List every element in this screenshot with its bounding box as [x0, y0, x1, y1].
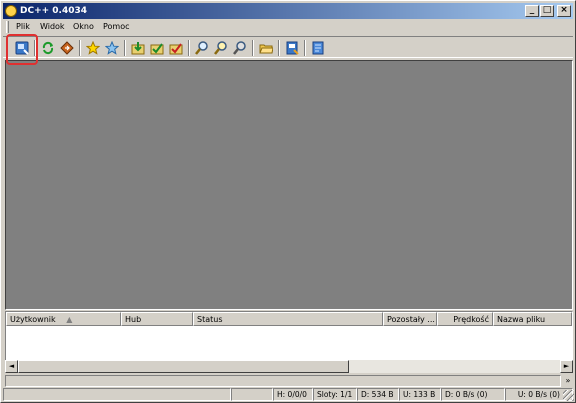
finished-uploads-button[interactable] [167, 39, 185, 57]
search-button[interactable] [193, 39, 211, 57]
favorite-hubs-button[interactable] [84, 39, 102, 57]
menu-widok[interactable]: Widok [38, 22, 67, 32]
resize-grip[interactable] [563, 390, 574, 401]
highlight-annotation [6, 34, 38, 65]
download-queue-icon [131, 42, 145, 55]
reconnect-button[interactable] [39, 39, 57, 57]
search-spy-button[interactable] [231, 39, 249, 57]
close-button[interactable]: × [557, 5, 571, 17]
column-header-user-label: Użytkownik [10, 315, 56, 324]
minimize-button[interactable]: _ [525, 5, 539, 17]
menu-grip[interactable] [6, 21, 9, 33]
status-downloaded: D: 534 B [357, 388, 399, 401]
follow-redirect-button[interactable] [58, 39, 76, 57]
notepad-icon [312, 41, 324, 55]
menu-okno[interactable]: Okno [71, 22, 96, 32]
scroll-left-button[interactable]: ◄ [5, 360, 18, 373]
column-header-remaining[interactable]: Pozostały ... [383, 312, 437, 326]
settings-button[interactable] [283, 39, 301, 57]
status-bar: H: 0/0/0 Sloty: 1/1 D: 534 B U: 133 B D:… [3, 387, 575, 402]
mdi-client-area[interactable] [5, 60, 573, 310]
toolbar-separator [188, 40, 190, 56]
menu-plik[interactable]: Plik [14, 22, 32, 32]
finished-downloads-button[interactable] [148, 39, 166, 57]
app-icon[interactable] [5, 5, 17, 17]
maximize-button[interactable]: □ [540, 5, 554, 17]
column-header-user[interactable]: Użytkownik ▲ [6, 312, 121, 326]
command-input[interactable] [5, 375, 561, 387]
notepad-button[interactable] [309, 39, 327, 57]
open-file-list-button[interactable] [257, 39, 275, 57]
menu-bar: Plik Widok Okno Pomoc [3, 20, 573, 34]
main-window: DC++ 0.4034 _ □ × Plik Widok Okno Pomoc [0, 0, 576, 403]
status-uploaded: U: 133 B [399, 388, 441, 401]
favorite-users-icon [105, 41, 119, 55]
scroll-thumb[interactable] [18, 360, 349, 373]
status-slots: Sloty: 1/1 [313, 388, 357, 401]
column-header-speed[interactable]: Prędkość [437, 312, 493, 326]
settings-icon [286, 41, 299, 55]
status-download-rate: D: 0 B/s (0) [441, 388, 505, 401]
title-bar[interactable]: DC++ 0.4034 _ □ × [3, 3, 573, 19]
open-file-list-icon [259, 44, 273, 54]
follow-redirect-icon [60, 41, 74, 55]
status-message [3, 388, 231, 401]
scroll-right-button[interactable]: ► [560, 360, 573, 373]
status-panel-empty [231, 388, 273, 401]
adl-search-icon [214, 41, 227, 55]
toolbar-separator [124, 40, 126, 56]
download-queue-button[interactable] [129, 39, 147, 57]
toolbar-separator [278, 40, 280, 56]
finished-uploads-icon [169, 43, 183, 55]
reconnect-icon [42, 41, 54, 55]
menu-pomoc[interactable]: Pomoc [101, 22, 132, 32]
favorite-users-button[interactable] [103, 39, 121, 57]
favorite-hubs-icon [86, 41, 100, 55]
adl-search-button[interactable] [212, 39, 230, 57]
search-spy-icon [233, 41, 246, 55]
transfer-header: Użytkownik ▲ Hub Status Pozostały ... Pr… [6, 312, 572, 326]
column-header-status[interactable]: Status [193, 312, 383, 326]
toolbar-separator [252, 40, 254, 56]
finished-downloads-icon [150, 43, 164, 55]
column-header-hub[interactable]: Hub [121, 312, 193, 326]
window-title: DC++ 0.4034 [20, 6, 88, 16]
horizontal-scrollbar[interactable]: ◄ ► [5, 360, 573, 373]
status-hubs: H: 0/0/0 [273, 388, 313, 401]
search-icon [195, 41, 208, 55]
toolbar-chevron[interactable]: » [563, 375, 573, 387]
toolbar-separator [79, 40, 81, 56]
sort-ascending-icon: ▲ [66, 315, 73, 324]
column-header-filename[interactable]: Nazwa pliku [493, 312, 572, 326]
toolbar-separator [304, 40, 306, 56]
toolbar [3, 36, 573, 58]
